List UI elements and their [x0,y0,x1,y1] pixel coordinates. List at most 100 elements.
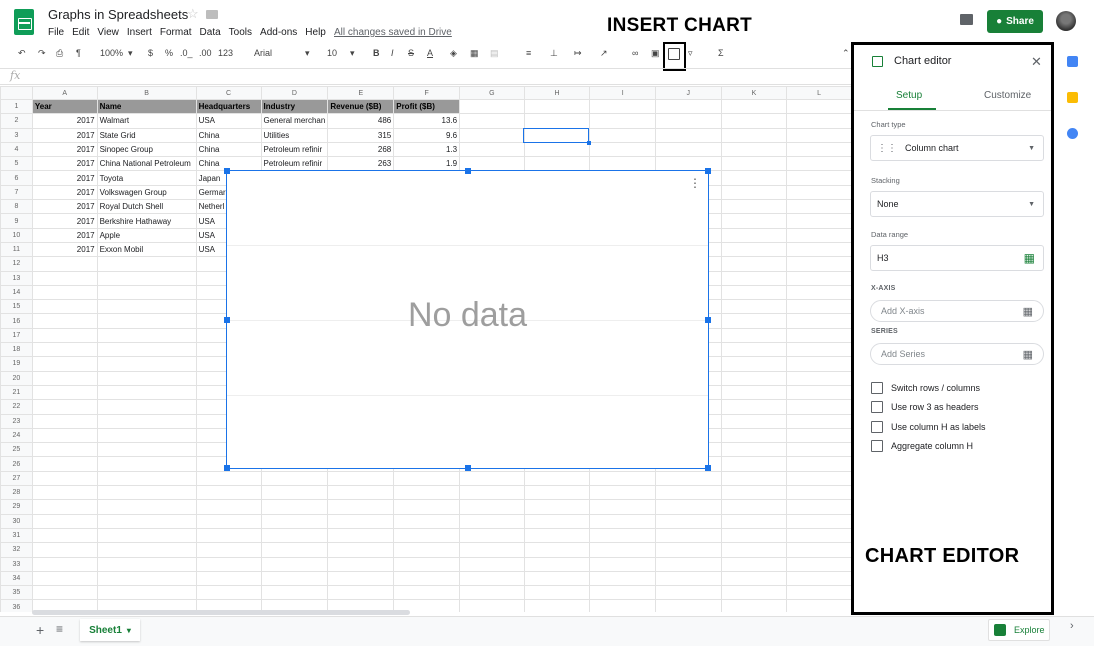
cell[interactable] [720,199,788,215]
cell[interactable] [654,98,722,115]
cell[interactable] [31,513,98,529]
resize-handle[interactable] [224,465,230,471]
cell[interactable]: 2017 [31,199,98,215]
cell[interactable] [786,342,852,358]
cell[interactable] [327,513,395,529]
link-icon[interactable]: ∞ [632,48,638,58]
cell[interactable]: 2017 [31,241,98,258]
cell[interactable] [31,384,98,401]
cell[interactable] [459,141,525,158]
cell[interactable] [523,156,591,172]
cell[interactable] [720,442,788,458]
font-size-select[interactable]: 10 [327,48,337,58]
cell[interactable] [260,585,329,601]
cell[interactable] [96,270,197,286]
cell[interactable] [720,356,788,372]
cell[interactable] [720,556,788,572]
cell[interactable] [523,527,591,544]
cell[interactable]: Volkswagen Group [96,184,197,201]
cell[interactable] [523,141,591,158]
comment-icon[interactable] [960,14,973,25]
menu-file[interactable]: File [48,27,64,38]
cell[interactable]: State Grid [96,127,197,143]
cell[interactable]: Headquarters [195,98,262,115]
row-header[interactable]: 26 [0,456,33,472]
cell[interactable] [720,184,788,201]
italic-button[interactable]: I [391,48,394,58]
cell[interactable] [786,356,852,372]
cell[interactable]: Year [31,98,98,115]
cell[interactable] [523,599,591,612]
menu-view[interactable]: View [97,27,119,38]
cell[interactable] [96,399,197,415]
cell[interactable] [31,342,98,358]
cell[interactable] [589,556,656,572]
cell[interactable] [459,98,525,115]
cell[interactable] [786,327,852,344]
cell[interactable] [786,256,852,272]
cell[interactable]: Sinopec Group [96,141,197,158]
cell[interactable]: 486 [327,113,395,129]
text-rotate-icon[interactable]: ↗ [600,48,608,59]
cell[interactable]: Apple [96,227,197,243]
cell[interactable] [260,556,329,572]
cell[interactable] [786,299,852,315]
cell[interactable] [459,513,525,529]
cell[interactable]: USA [195,113,262,129]
cell[interactable] [589,156,656,172]
cell[interactable] [327,585,395,601]
cell[interactable] [96,499,197,515]
cell[interactable] [523,499,591,515]
cell[interactable] [260,470,329,487]
cell[interactable] [459,470,525,487]
cell[interactable] [195,485,262,501]
cell[interactable] [720,313,788,329]
cell[interactable] [720,399,788,415]
cell[interactable] [96,442,197,458]
cell[interactable]: China [195,141,262,158]
cell[interactable] [393,499,461,515]
cell[interactable] [393,556,461,572]
cell[interactable]: 1.3 [393,141,461,158]
cell[interactable] [96,570,197,587]
merge-cells-icon[interactable]: ▤ [490,48,499,59]
cell[interactable] [654,485,722,501]
menu-tools[interactable]: Tools [229,27,252,38]
strikethrough-button[interactable]: S [408,48,414,58]
cell[interactable]: 13.6 [393,113,461,129]
cell[interactable] [786,113,852,129]
cell[interactable] [96,256,197,272]
cell[interactable] [720,299,788,315]
cell[interactable] [195,542,262,558]
row-header[interactable]: 23 [0,413,33,429]
cell[interactable] [195,527,262,544]
cell[interactable] [786,499,852,515]
cell[interactable]: Royal Dutch Shell [96,199,197,215]
cell[interactable] [720,113,788,129]
chevron-right-icon[interactable]: › [1070,620,1074,632]
selected-cell-h3[interactable] [523,128,591,145]
cell[interactable] [393,585,461,601]
cell[interactable] [589,513,656,529]
cell[interactable] [589,141,656,158]
column-header[interactable]: A [31,86,98,100]
cell[interactable]: 1.9 [393,156,461,172]
row-header[interactable]: 15 [0,299,33,315]
cell[interactable] [720,485,788,501]
cell[interactable] [786,170,852,186]
percent-format-button[interactable]: % [165,48,173,58]
cell[interactable] [31,542,98,558]
cell[interactable] [393,527,461,544]
cell[interactable] [786,270,852,286]
cell[interactable]: Petroleum refinir [260,141,329,158]
cell[interactable] [523,542,591,558]
row-header[interactable]: 12 [0,256,33,272]
row-header[interactable]: 36 [0,599,33,612]
menu-insert[interactable]: Insert [127,27,152,38]
more-formats-button[interactable]: 123 [218,48,233,58]
cell[interactable] [786,213,852,229]
cell[interactable] [31,413,98,429]
cell[interactable] [786,184,852,201]
cell[interactable] [459,485,525,501]
row-header[interactable]: 2 [0,113,33,129]
